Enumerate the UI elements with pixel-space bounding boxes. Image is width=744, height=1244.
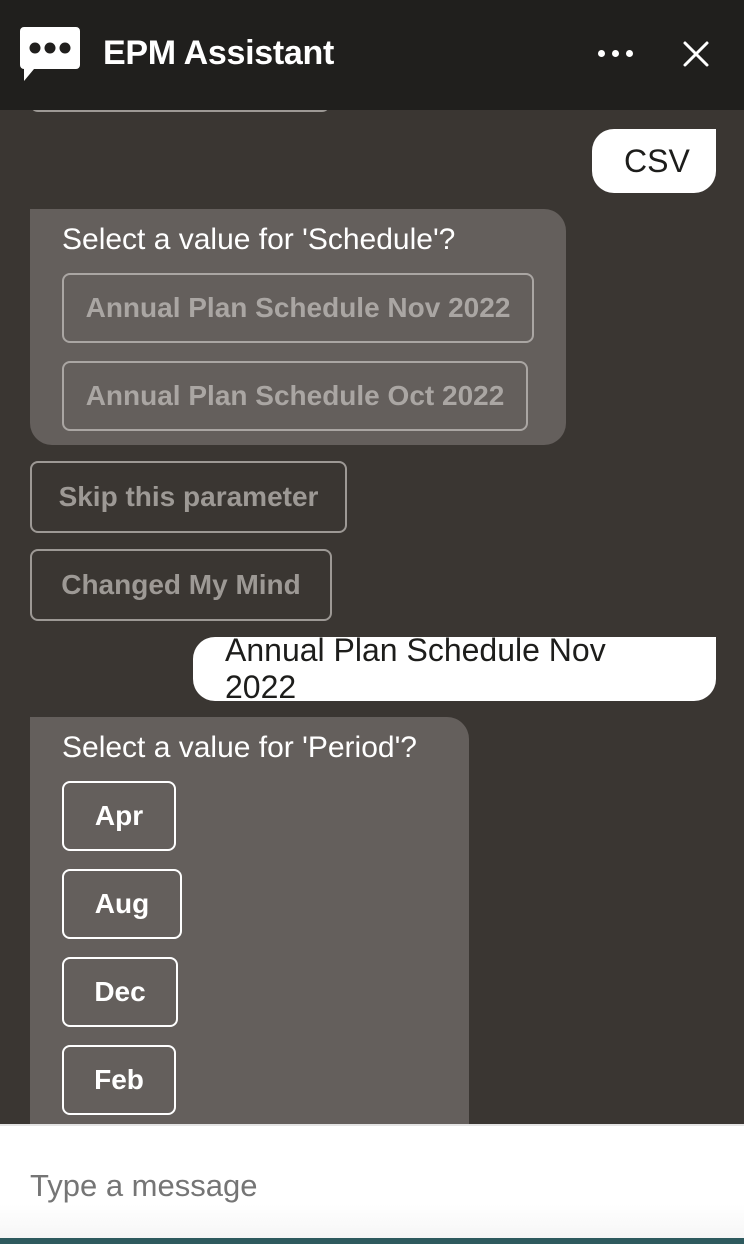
prompt-text: Select a value for 'Period'? [62, 731, 417, 764]
schedule-prompt-card: Select a value for 'Schedule'? Annual Pl… [30, 209, 566, 445]
more-horizontal-icon [598, 50, 605, 57]
user-message: CSV [592, 129, 716, 193]
user-message: Annual Plan Schedule Nov 2022 [193, 632, 716, 705]
background-strip [0, 1238, 744, 1244]
skip-parameter-button[interactable]: Skip this parameter [30, 461, 347, 533]
header-title: EPM Assistant [103, 34, 335, 72]
option-button-apr[interactable]: Apr [62, 781, 176, 851]
option-button-dec[interactable]: Dec [62, 957, 178, 1027]
chat-bubble-dots-icon [20, 27, 80, 81]
option-button[interactable]: Annual Plan Schedule Oct 2022 [62, 361, 528, 431]
conversation-pane[interactable]: CSV Select a value for 'Schedule'? Annua… [0, 110, 744, 1124]
more-options-button[interactable] [592, 38, 640, 70]
changed-my-mind-button[interactable]: Changed My Mind [30, 549, 332, 621]
message-input[interactable] [30, 1156, 710, 1216]
option-button[interactable]: Annual Plan Schedule Nov 2022 [62, 273, 534, 343]
prompt-text: Select a value for 'Schedule'? [62, 223, 456, 256]
period-prompt-card: Select a value for 'Period'? Apr Aug Dec… [30, 717, 469, 1124]
option-button-feb[interactable]: Feb [62, 1045, 176, 1115]
option-button-aug[interactable]: Aug [62, 869, 182, 939]
message-composer [0, 1124, 744, 1238]
previous-option-button[interactable] [30, 110, 330, 112]
chat-header: EPM Assistant [0, 0, 744, 110]
close-icon[interactable] [676, 34, 716, 74]
